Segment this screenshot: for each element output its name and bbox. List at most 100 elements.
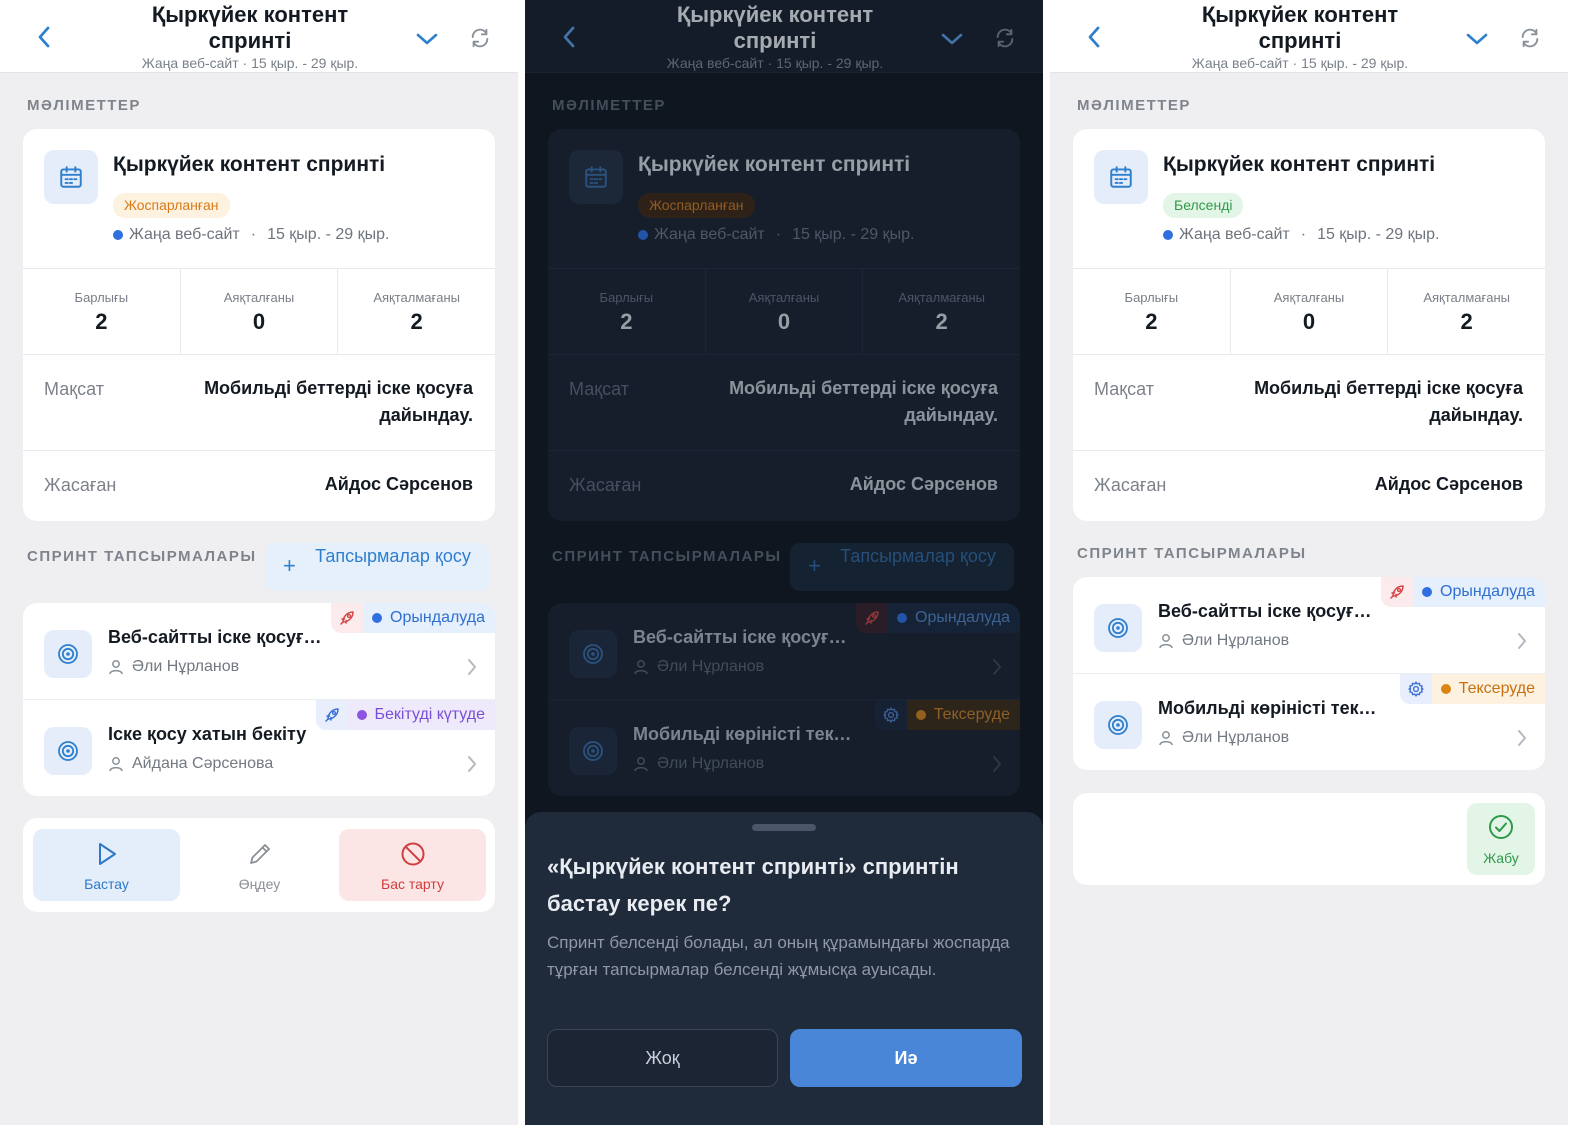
sprint-tasks-section-label: СПРИНТ ТАПСЫРМАЛАРЫ bbox=[1077, 545, 1307, 562]
stat-label: Аяқталмағаны bbox=[373, 290, 461, 305]
edit-button[interactable]: Өңдеу bbox=[186, 829, 333, 901]
user-icon bbox=[1159, 634, 1173, 649]
status-dot bbox=[356, 710, 367, 720]
no-button[interactable]: Жоқ bbox=[547, 1029, 778, 1087]
stat-value: 2 bbox=[1460, 309, 1473, 334]
target-icon bbox=[1094, 701, 1142, 749]
meta-separator: · bbox=[250, 226, 257, 243]
action-bar: Бастау Өңдеу Бас тарту bbox=[23, 818, 495, 912]
sprint-switcher-button[interactable] bbox=[1463, 26, 1491, 52]
sprint-info-card: Қыркүйек контент спринті Жоспарланған Жа… bbox=[23, 129, 495, 521]
status-dot bbox=[372, 613, 383, 623]
sprint-meta: Жаңа веб-сайт · 15 қыр. - 29 қыр. bbox=[1163, 226, 1439, 244]
sprint-screen-active: Қыркүйек контент спринті Жаңа веб-сайт ·… bbox=[1050, 0, 1568, 1125]
sprint-screen-start-dialog: Қыркүйек контент спринті Жаңа веб-сайт ·… bbox=[525, 0, 1043, 1125]
stat-completed: Аяқталғаны 0 bbox=[1231, 269, 1389, 354]
sprint-meta: Жаңа веб-сайт · 15 қыр. - 29 қыр. bbox=[113, 226, 389, 244]
sprint-tasks-section-label: СПРИНТ ТАПСЫРМАЛАРЫ bbox=[27, 548, 257, 565]
close-label: Жабу bbox=[1483, 850, 1519, 866]
refresh-button[interactable] bbox=[1516, 24, 1544, 52]
task-row[interactable]: Мобильді көріністі тексеру Әли Нұрланов … bbox=[1073, 673, 1545, 769]
user-icon bbox=[109, 660, 123, 675]
sprint-title: Қыркүйек контент спринті bbox=[1163, 153, 1436, 176]
user-icon bbox=[109, 757, 123, 772]
task-list: Веб-сайтты іске қосуға дайындау Әли Нұрл… bbox=[23, 603, 495, 796]
stat-remaining: Аяқталмағаны 2 bbox=[338, 269, 495, 354]
stat-label: Барлығы bbox=[1124, 290, 1179, 305]
refresh-icon bbox=[1521, 28, 1539, 48]
start-button[interactable]: Бастау bbox=[33, 829, 180, 901]
task-status: Орындалуда bbox=[363, 603, 495, 633]
assignee-name: Айдана Сәрсенова bbox=[132, 755, 274, 772]
sprint-dates: 15 қыр. - 29 қыр. bbox=[267, 226, 390, 243]
goal-row: Мақсат Мобильді беттерді іске қосуға дай… bbox=[23, 355, 495, 451]
cancel-sprint-button[interactable]: Бас тарту bbox=[339, 829, 486, 901]
task-status-badge: Орындалуда bbox=[331, 603, 495, 633]
stat-total: Барлығы 2 bbox=[23, 269, 181, 354]
assignee-name: Әли Нұрланов bbox=[1182, 729, 1290, 746]
stat-value: 2 bbox=[1145, 309, 1158, 334]
start-label: Бастау bbox=[84, 876, 129, 892]
task-status-badge: Орындалуда bbox=[1381, 577, 1545, 607]
status-text: Орындалуда bbox=[390, 609, 485, 626]
task-status-badge: Бекітуді күтуде bbox=[315, 700, 495, 730]
stat-label: Барлығы bbox=[74, 290, 129, 305]
chevron-right-icon bbox=[468, 756, 476, 772]
sprint-screen-planned: Қыркүйек контент спринті Жаңа веб-сайт ·… bbox=[0, 0, 518, 1125]
task-list: Веб-сайтты іске қосуға дайындау Әли Нұрл… bbox=[1073, 577, 1545, 770]
details-section-label: МӘЛІМЕТТЕР bbox=[27, 97, 141, 114]
chevron-left-icon bbox=[38, 26, 50, 48]
project-name: Жаңа веб-сайт bbox=[1179, 226, 1290, 243]
goal-value: Мобильді беттерді іске қосуға дайындау. bbox=[204, 378, 473, 425]
status-text: Орындалуда bbox=[1440, 583, 1535, 600]
goal-label: Мақсат bbox=[44, 379, 104, 399]
rocket-icon bbox=[331, 603, 364, 633]
project-dot bbox=[113, 230, 123, 240]
status-text: Бекітуді күтуде bbox=[374, 706, 485, 723]
goal-value: Мобильді беттерді іске қосуға дайындау. bbox=[1254, 378, 1523, 425]
creator-value: Айдос Сәрсенов bbox=[324, 474, 473, 494]
chevron-right-icon bbox=[1518, 633, 1526, 649]
back-button[interactable] bbox=[1080, 22, 1108, 52]
status-dot bbox=[1422, 587, 1433, 597]
sprint-title: Қыркүйек контент спринті bbox=[113, 153, 386, 176]
task-row[interactable]: Веб-сайтты іске қосуға дайындау Әли Нұрл… bbox=[23, 603, 495, 699]
top-bar: Қыркүйек контент спринті Жаңа веб-сайт ·… bbox=[1050, 0, 1568, 73]
dialog-title: «Қыркүйек контент спринті» спринтін баст… bbox=[547, 854, 959, 916]
target-icon bbox=[44, 727, 92, 775]
dialog-message: Спринт белсенді болады, ал оның құрамынд… bbox=[547, 933, 1010, 979]
calendar-icon bbox=[44, 150, 98, 204]
edit-label: Өңдеу bbox=[238, 876, 281, 892]
goal-label: Мақсат bbox=[1094, 379, 1154, 399]
add-tasks-label: Тапсырмалар қосу bbox=[315, 546, 471, 566]
page-subtitle: Жаңа веб-сайт · 15 қыр. - 29 қыр. bbox=[141, 55, 359, 71]
creator-label: Жасаған bbox=[1094, 475, 1167, 495]
project-dot bbox=[1163, 230, 1173, 240]
calendar-icon bbox=[1094, 150, 1148, 204]
target-icon bbox=[44, 630, 92, 678]
cancel-icon bbox=[401, 842, 424, 866]
project-name: Жаңа веб-сайт bbox=[129, 226, 240, 243]
stat-total: Барлығы 2 bbox=[1073, 269, 1231, 354]
task-row[interactable]: Веб-сайтты іске қосуға дайындау Әли Нұрл… bbox=[1073, 577, 1545, 673]
stat-completed: Аяқталғаны 0 bbox=[181, 269, 339, 354]
status-text: Тексеруде bbox=[1458, 680, 1535, 697]
status-badge: Жоспарланған bbox=[113, 193, 230, 218]
close-sprint-button[interactable]: Жабу bbox=[1467, 803, 1535, 875]
start-sprint-sheet: «Қыркүйек контент спринті» спринтін баст… bbox=[525, 812, 1043, 1125]
refresh-button[interactable] bbox=[466, 24, 494, 52]
sheet-grabber[interactable] bbox=[752, 824, 816, 831]
back-button[interactable] bbox=[30, 22, 58, 52]
screens-row: Қыркүйек контент спринті Жаңа веб-сайт ·… bbox=[0, 0, 1576, 1125]
add-tasks-button[interactable]: + Тапсырмалар қосу bbox=[265, 543, 489, 591]
stat-label: Аяқталмағаны bbox=[1423, 290, 1511, 305]
task-row[interactable]: Іске қосу хатын бекіту Айдана Сәрсенова … bbox=[23, 699, 495, 795]
yes-button[interactable]: Иә bbox=[790, 1029, 1022, 1087]
sprint-switcher-button[interactable] bbox=[413, 26, 441, 52]
meta-separator: · bbox=[1300, 226, 1307, 243]
chevron-left-icon bbox=[1088, 26, 1100, 48]
gear-icon bbox=[1399, 674, 1432, 704]
rocket-icon bbox=[315, 700, 348, 730]
chevron-right-icon bbox=[1518, 730, 1526, 746]
task-status: Орындалуда bbox=[1413, 577, 1545, 607]
